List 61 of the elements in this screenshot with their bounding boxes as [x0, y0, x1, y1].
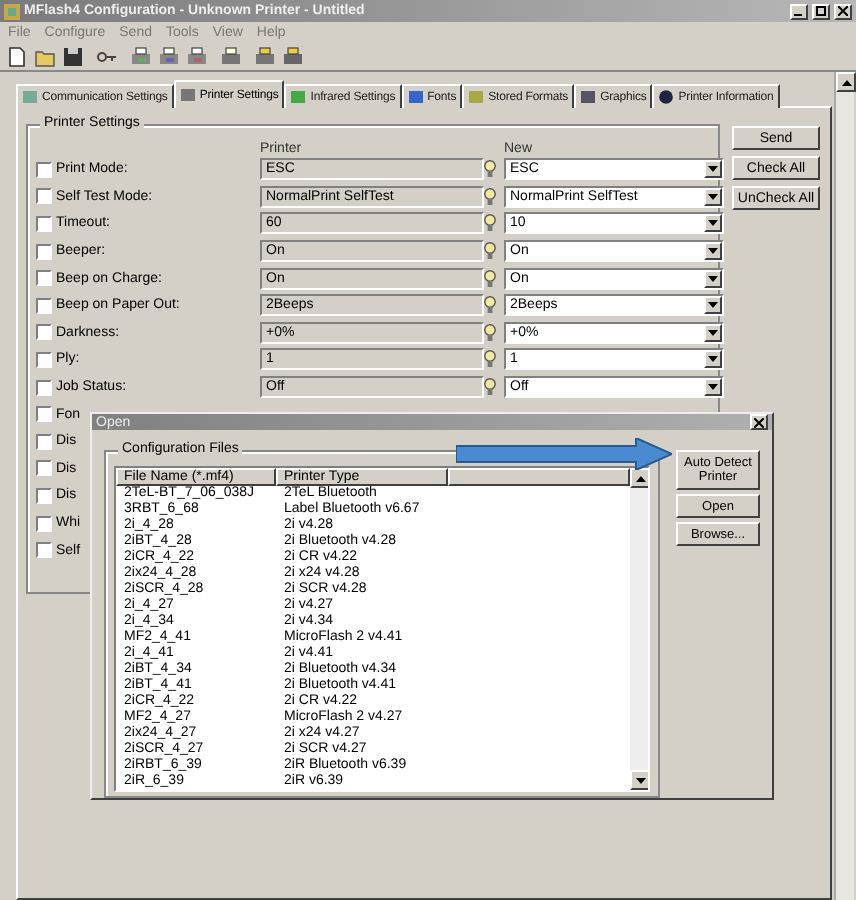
checkbox[interactable]: [36, 515, 52, 532]
arrow-icon: [456, 438, 672, 470]
printer-icon[interactable]: [130, 45, 152, 67]
down-arrow-icon: [708, 166, 718, 173]
printer-icon[interactable]: [282, 45, 304, 67]
down-arrow-icon: [708, 329, 718, 336]
checkbox[interactable]: [36, 243, 52, 260]
down-arrow-icon: [708, 356, 718, 363]
down-arrow-icon: [708, 220, 718, 227]
down-arrow-icon: [708, 302, 718, 309]
close-icon: [754, 417, 764, 427]
lightbulb-icon: [484, 350, 496, 369]
tab-icon: [468, 90, 485, 104]
maximize-button[interactable]: [812, 3, 830, 19]
new-document-icon[interactable]: [6, 45, 28, 67]
checkbox[interactable]: [36, 406, 52, 423]
checkbox[interactable]: [36, 460, 52, 477]
up-arrow-icon: [635, 475, 645, 481]
tab-icon: [407, 90, 424, 104]
tab-icon: [580, 90, 597, 104]
checkbox[interactable]: [36, 215, 52, 232]
maximize-icon: [816, 6, 826, 16]
minimize-button[interactable]: [790, 3, 808, 19]
close-button[interactable]: [750, 414, 768, 430]
up-arrow-icon: [841, 79, 851, 85]
checkbox[interactable]: [36, 487, 52, 504]
lightbulb-icon: [484, 160, 496, 179]
lightbulb-icon: [484, 323, 496, 342]
checkbox[interactable]: [36, 297, 52, 314]
tab-icon: [290, 90, 307, 104]
down-arrow-icon: [635, 777, 645, 783]
printer-icon[interactable]: [186, 45, 208, 67]
down-arrow-icon: [708, 275, 718, 282]
scrollbar[interactable]: [834, 72, 854, 900]
checkbox[interactable]: [36, 161, 52, 178]
checkbox[interactable]: [36, 542, 52, 559]
lightbulb-icon: [484, 269, 496, 288]
checkbox[interactable]: [36, 188, 52, 205]
checkbox[interactable]: [36, 270, 52, 287]
checkbox[interactable]: [36, 433, 52, 450]
scrollbar[interactable]: [630, 468, 648, 790]
close-button[interactable]: [834, 3, 852, 19]
lightbulb-icon: [484, 296, 496, 315]
lightbulb-icon: [484, 242, 496, 261]
printer-icon[interactable]: [254, 45, 276, 67]
lightbulb-icon: [484, 187, 496, 206]
lightbulb-icon: [484, 214, 496, 233]
down-arrow-icon: [708, 193, 718, 200]
info-icon: [658, 90, 675, 104]
app-icon: [4, 3, 20, 19]
down-arrow-icon: [708, 384, 718, 391]
printer-icon[interactable]: [220, 45, 242, 67]
lightbulb-icon: [484, 378, 496, 397]
close-icon: [838, 6, 848, 16]
down-arrow-icon: [708, 248, 718, 255]
checkbox[interactable]: [36, 324, 52, 341]
tab-icon: [179, 88, 196, 102]
checkbox[interactable]: [36, 379, 52, 396]
printer-icon[interactable]: [158, 45, 180, 67]
checkbox[interactable]: [36, 351, 52, 368]
tab-icon: [22, 90, 38, 104]
